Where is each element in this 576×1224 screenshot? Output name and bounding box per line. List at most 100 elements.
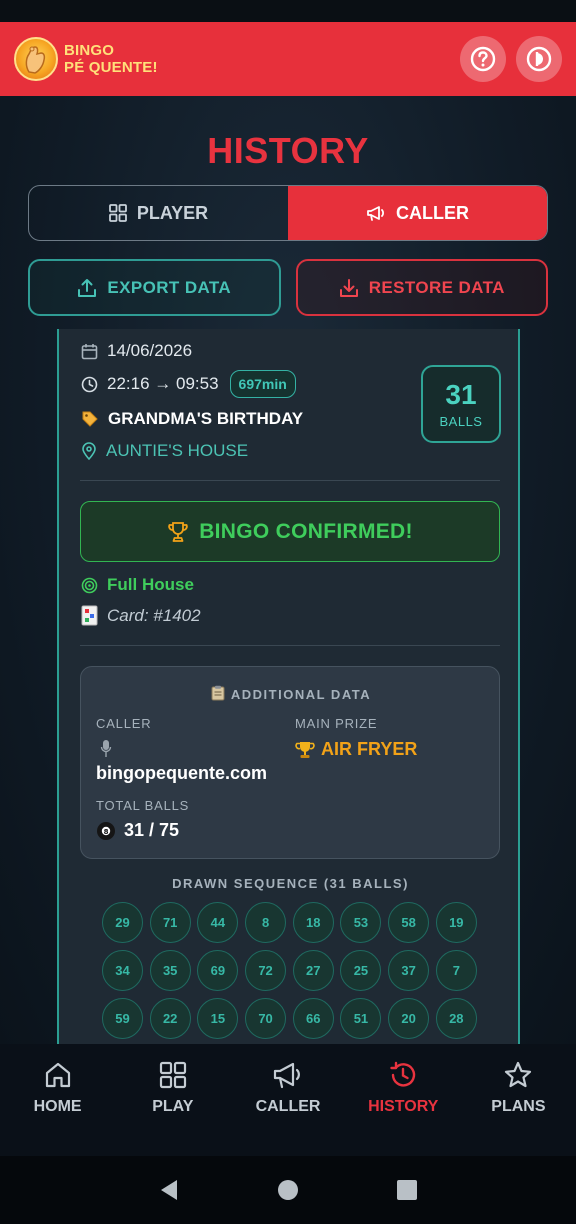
clock-icon bbox=[81, 376, 98, 392]
upload-icon bbox=[78, 278, 97, 297]
logo-line-1: BINGO bbox=[64, 42, 115, 59]
status-bar bbox=[0, 0, 576, 22]
target-icon bbox=[81, 577, 98, 593]
drawn-ball: 8 bbox=[245, 902, 287, 943]
tag-icon bbox=[82, 411, 98, 427]
star-icon bbox=[505, 1061, 532, 1088]
nav-plans[interactable]: PLANS bbox=[461, 1044, 576, 1156]
logo-line-2: PÉ QUENTE! bbox=[64, 59, 158, 76]
tab-caller[interactable]: CALLER bbox=[288, 186, 547, 240]
total-balls-value: 31 / 75 bbox=[124, 820, 180, 840]
drawn-ball: 66 bbox=[292, 998, 334, 1039]
power-button[interactable] bbox=[516, 36, 562, 82]
help-button[interactable] bbox=[460, 36, 506, 82]
nav-history-label: HISTORY bbox=[368, 1098, 439, 1115]
nav-home[interactable]: HOME bbox=[0, 1044, 115, 1156]
caller-value: bingopequente.com bbox=[96, 763, 267, 783]
divider bbox=[80, 645, 500, 646]
back-icon[interactable] bbox=[158, 1178, 180, 1202]
trophy-icon bbox=[168, 521, 188, 542]
drawn-ball: 28 bbox=[435, 998, 477, 1039]
question-circle-icon bbox=[470, 46, 496, 72]
main-prize-label: MAIN PRIZE bbox=[295, 716, 378, 731]
tab-player[interactable]: PLAYER bbox=[29, 186, 288, 240]
balls-count: 31 bbox=[445, 378, 477, 410]
mode-toggle: PLAYER CALLER bbox=[28, 185, 548, 241]
drawn-ball: 20 bbox=[388, 998, 430, 1039]
nav-play-label: PLAY bbox=[152, 1098, 194, 1115]
drawn-ball: 70 bbox=[245, 998, 287, 1039]
drawn-ball: 15 bbox=[197, 998, 239, 1039]
page-title: HISTORY bbox=[207, 130, 369, 171]
drawn-ball: 27 bbox=[292, 950, 334, 991]
bingo-status-banner: BINGO CONFIRMED! bbox=[80, 501, 500, 562]
nav-caller-label: CALLER bbox=[255, 1098, 321, 1115]
additional-data-title: ADDITIONAL DATA bbox=[81, 685, 501, 704]
app-logo[interactable]: BINGO PÉ QUENTE! bbox=[14, 37, 158, 81]
drawn-ball: 51 bbox=[340, 998, 382, 1039]
home-icon bbox=[45, 1062, 70, 1088]
card-number: Card: #1402 bbox=[107, 605, 201, 625]
nav-home-label: HOME bbox=[33, 1098, 82, 1115]
drawn-ball: 58 bbox=[388, 902, 430, 943]
eight-ball-icon: 8 bbox=[97, 821, 115, 840]
drawn-sequence-title: DRAWN SEQUENCE (31 BALLS) bbox=[172, 876, 409, 891]
recents-icon[interactable] bbox=[396, 1179, 418, 1201]
restore-data-button[interactable]: RESTORE DATA bbox=[295, 259, 548, 316]
export-data-label: EXPORT DATA bbox=[107, 277, 232, 297]
game-date: 14/06/2026 bbox=[107, 341, 193, 360]
power-icon bbox=[526, 46, 552, 72]
export-data-button[interactable]: EXPORT DATA bbox=[28, 259, 281, 316]
game-history-card: 14/06/2026 22:16 → 09:53 697min GRANDMA'… bbox=[57, 329, 520, 1044]
drawn-balls-grid: 29 71 44 8 18 53 58 19 34 35 69 72 27 25 37 7 59 22 15 70 66… bbox=[102, 902, 482, 1039]
tab-player-label: PLAYER bbox=[136, 202, 209, 223]
grid-icon bbox=[159, 1061, 186, 1089]
divider bbox=[80, 480, 500, 481]
drawn-ball: 69 bbox=[197, 950, 239, 991]
card-icon bbox=[81, 605, 98, 626]
megaphone-icon bbox=[273, 1062, 300, 1089]
foot-logo-icon bbox=[14, 37, 58, 81]
clipboard-icon bbox=[211, 685, 225, 704]
additional-data-panel: ADDITIONAL DATA CALLER bingopequente.com… bbox=[80, 666, 500, 859]
tab-caller-label: CALLER bbox=[396, 202, 469, 223]
trophy-icon bbox=[295, 741, 315, 758]
drawn-ball: 34 bbox=[102, 950, 143, 991]
total-balls-label: TOTAL BALLS bbox=[96, 798, 190, 813]
nav-history[interactable]: HISTORY bbox=[346, 1044, 461, 1156]
nav-plans-label: PLANS bbox=[491, 1098, 546, 1115]
location-pin-icon bbox=[82, 442, 96, 460]
drawn-ball: 18 bbox=[292, 902, 334, 943]
microphone-icon bbox=[100, 739, 112, 764]
drawn-ball: 19 bbox=[435, 902, 477, 943]
bingo-status-text: BINGO CONFIRMED! bbox=[199, 519, 413, 543]
duration-badge: 697min bbox=[229, 370, 296, 398]
nav-caller[interactable]: CALLER bbox=[230, 1044, 345, 1156]
system-navigation-bar bbox=[0, 1156, 576, 1224]
drawn-ball: 29 bbox=[102, 902, 143, 943]
svg-text:8: 8 bbox=[104, 827, 109, 835]
drawn-ball: 59 bbox=[102, 998, 143, 1039]
download-icon bbox=[339, 278, 358, 297]
drawn-ball: 53 bbox=[340, 902, 382, 943]
win-pattern: Full House bbox=[107, 575, 194, 594]
drawn-ball: 35 bbox=[149, 950, 191, 991]
drawn-ball: 7 bbox=[435, 950, 477, 991]
grid-icon bbox=[108, 204, 127, 222]
main-content: HISTORY PLAYER CALLER EXPORT DATA RESTOR… bbox=[0, 96, 576, 1044]
drawn-ball: 37 bbox=[388, 950, 430, 991]
history-icon bbox=[390, 1061, 416, 1087]
game-time-range: 22:16 → 09:53 bbox=[107, 374, 219, 393]
bottom-nav: HOME PLAY CALLER HISTORY PLANS bbox=[0, 1044, 576, 1156]
drawn-ball: 25 bbox=[340, 950, 382, 991]
drawn-ball: 72 bbox=[245, 950, 287, 991]
balls-count-box: 31 BALLS bbox=[421, 365, 501, 443]
drawn-ball: 22 bbox=[149, 998, 191, 1039]
calendar-icon bbox=[81, 343, 98, 359]
home-circle-icon[interactable] bbox=[277, 1179, 299, 1201]
drawn-ball: 44 bbox=[197, 902, 239, 943]
app-header: BINGO PÉ QUENTE! bbox=[0, 22, 576, 96]
nav-play[interactable]: PLAY bbox=[115, 1044, 230, 1156]
megaphone-icon bbox=[367, 206, 385, 221]
event-name: GRANDMA'S BIRTHDAY bbox=[108, 409, 304, 428]
